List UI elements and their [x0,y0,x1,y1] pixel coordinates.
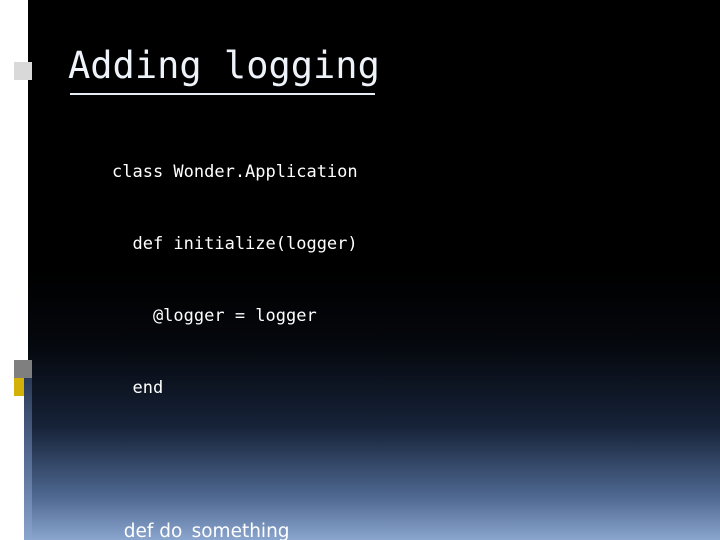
accent-square-top [14,62,32,80]
code-line: end [112,378,164,398]
left-accent-bar [24,378,32,540]
code-line: def initialize(logger) [112,234,358,254]
accent-square-gray [14,360,32,378]
slide-canvas: Adding logging class Wonder.Application … [0,0,720,540]
slide-title: Adding logging [68,44,380,87]
code-line: def do_something [112,521,290,540]
code-block: class Wonder.Application def initialize(… [112,112,672,540]
code-line: @logger = logger [112,306,317,326]
title-underline [70,93,375,95]
code-line: class Wonder.Application [112,162,358,182]
